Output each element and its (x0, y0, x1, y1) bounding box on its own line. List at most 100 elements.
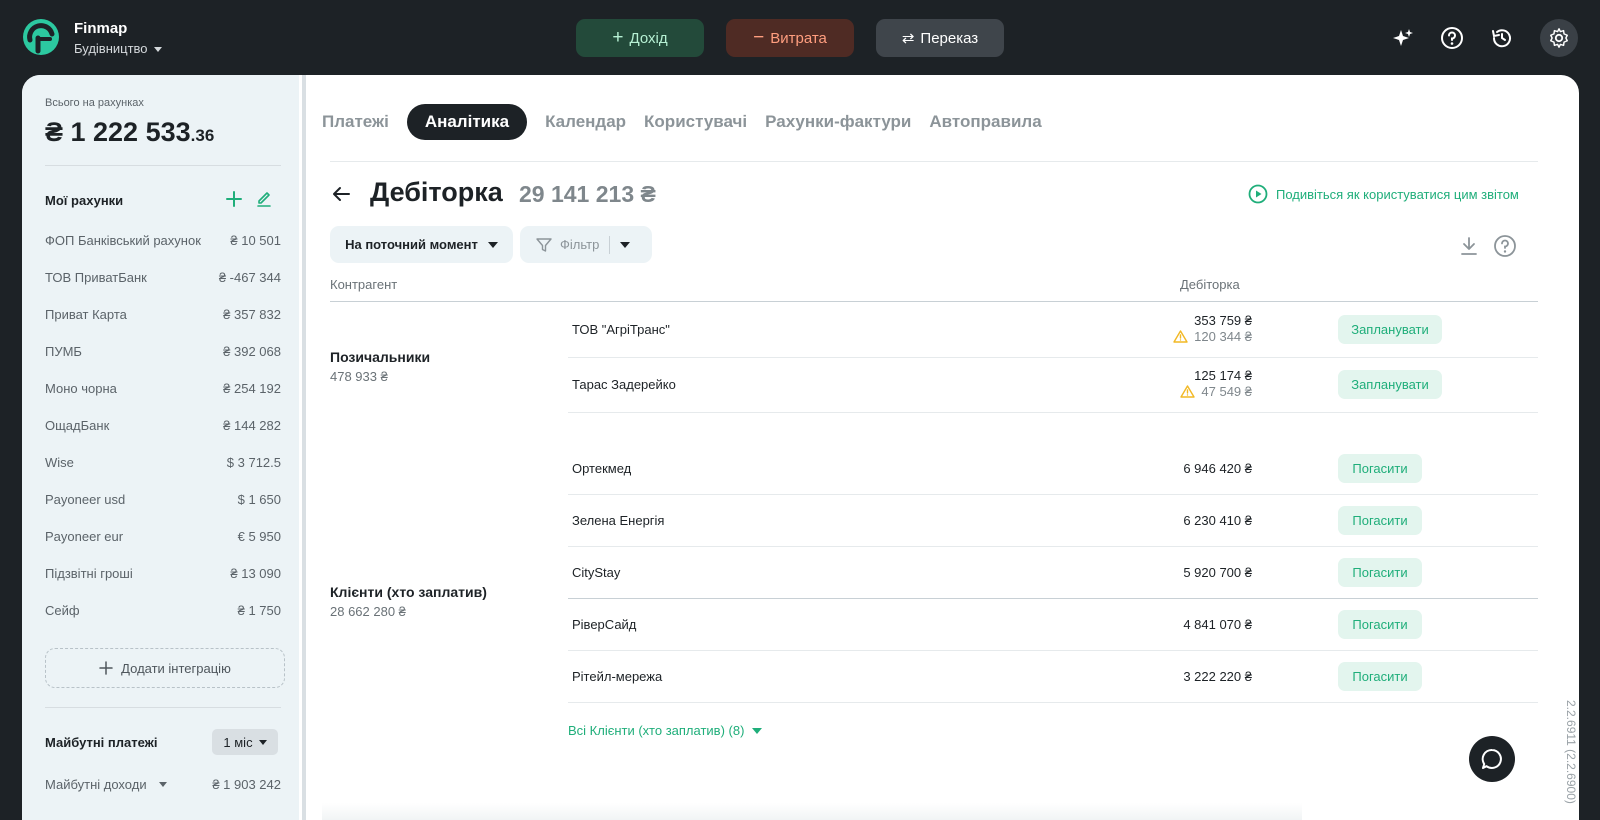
chat-bubble-icon (1481, 748, 1502, 769)
divider (330, 301, 1538, 302)
counterparty-name[interactable]: CityStay (572, 565, 620, 580)
help-icon[interactable] (1436, 22, 1468, 54)
counterparty-name[interactable]: Ортекмед (572, 461, 631, 476)
expense-label: Витрата (770, 29, 827, 47)
tab-users[interactable]: Користувачі (644, 104, 747, 140)
chevron-down-icon (487, 241, 498, 248)
plus-icon (99, 661, 113, 675)
page-title: Дебіторка (370, 177, 503, 207)
account-row[interactable]: ТОВ ПриватБанк ₴ -467 344 (45, 270, 281, 285)
add-account-icon[interactable] (224, 189, 244, 209)
account-row[interactable]: Приват Карта ₴ 357 832 (45, 307, 281, 322)
report-total: 29 141 213 ₴ (519, 181, 656, 207)
divider (45, 707, 281, 708)
add-integration-label: Додати інтеграцію (121, 660, 231, 676)
counterparty-name[interactable]: ТОВ "АгріТранс" (572, 322, 670, 337)
repay-button[interactable]: Погасити (1338, 662, 1422, 691)
account-row[interactable]: Підзвітні гроші ₴ 13 090 (45, 566, 281, 581)
account-row[interactable]: ФОП Банківський рахунок ₴ 10 501 (45, 233, 281, 248)
account-row[interactable]: ОщадБанк ₴ 144 282 (45, 418, 281, 433)
sidebar-resize-handle[interactable] (302, 75, 306, 820)
group-sum: 28 662 280 ₴ (330, 604, 406, 619)
download-icon[interactable] (1456, 233, 1482, 259)
add-income-button[interactable]: + Дохід (576, 19, 704, 57)
divider (568, 494, 1538, 495)
add-transfer-button[interactable]: ⇄ Переказ (876, 19, 1004, 57)
group-name: Клієнти (хто заплатив) (330, 584, 487, 600)
account-row[interactable]: Payoneer eur € 5 950 (45, 529, 281, 544)
chevron-down-icon (258, 739, 267, 745)
gear-icon (1550, 28, 1568, 48)
account-row[interactable]: Сейф ₴ 1 750 (45, 603, 281, 618)
repay-button[interactable]: Погасити (1338, 558, 1422, 587)
chevron-down-icon[interactable] (620, 241, 631, 248)
overdue-amount: 120 344 ₴ (1173, 329, 1252, 344)
brand-name: Finmap (74, 20, 128, 37)
schedule-button[interactable]: Запланувати (1338, 370, 1442, 399)
account-row[interactable]: Моно чорна ₴ 254 192 (45, 381, 281, 396)
schedule-button[interactable]: Запланувати (1338, 315, 1442, 344)
back-arrow-icon[interactable] (330, 183, 352, 205)
counterparty-name[interactable]: Тарас Задерейко (572, 377, 676, 392)
counterparty-name[interactable]: Рітейл-мережа (572, 669, 662, 684)
tab-analytics[interactable]: Аналітика (406, 104, 528, 140)
divider (330, 161, 1538, 162)
receivable-amount: 6 230 410 ₴ (1183, 513, 1252, 528)
show-all-clients-link[interactable]: Всі Клієнти (хто заплатив) (8) (568, 723, 763, 738)
finmap-logo-icon[interactable] (22, 18, 60, 56)
receivable-amount: 3 222 220 ₴ (1183, 669, 1252, 684)
minus-icon: − (753, 27, 765, 48)
future-income-row[interactable]: Майбутні доходи ₴ 1 903 242 (45, 777, 281, 792)
history-icon[interactable] (1486, 22, 1518, 54)
transfer-label: Переказ (920, 29, 979, 47)
play-circle-icon (1248, 184, 1268, 204)
receivable-amount: 353 759 ₴ (1194, 313, 1252, 328)
account-row[interactable]: Wise $ 3 712.5 (45, 455, 281, 470)
filter-button[interactable]: Фільтр (520, 226, 652, 263)
scroll-fade (322, 803, 1302, 820)
tab-payments[interactable]: Платежі (322, 104, 389, 140)
divider (568, 598, 1538, 599)
receivable-amount: 6 946 420 ₴ (1183, 461, 1252, 476)
counterparty-name[interactable]: Зелена Енергія (572, 513, 664, 528)
total-balance-label: Всього на рахунках (45, 97, 144, 109)
repay-button[interactable]: Погасити (1338, 454, 1422, 483)
receivable-amount: 5 920 700 ₴ (1183, 565, 1252, 580)
moment-select[interactable]: На поточний момент (330, 226, 513, 263)
tab-calendar[interactable]: Календар (545, 104, 626, 140)
top-bar: Finmap Будівництво + Дохід − Витрата ⇄ П… (0, 0, 1600, 76)
future-period-select[interactable]: 1 міс (212, 729, 278, 755)
filter-icon (536, 237, 552, 252)
tab-bar: Платежі Аналітика Календар Користувачі Р… (322, 103, 1060, 141)
group-sum: 478 933 ₴ (330, 369, 388, 384)
app-version: 2.2.6911 (2.2.6900) (1564, 700, 1578, 804)
workspace-switcher[interactable]: Finmap Будівництво (74, 20, 162, 58)
chat-support-button[interactable] (1469, 736, 1515, 782)
tab-invoices[interactable]: Рахунки-фактури (765, 104, 911, 140)
receivable-amount: 4 841 070 ₴ (1183, 617, 1252, 632)
report-help-link[interactable]: Подивіться як користуватися цим звітом (1248, 184, 1519, 204)
income-label: Дохід (629, 29, 668, 47)
main-card: Всього на рахунках ₴ 1 222 533.36 Мої ра… (22, 75, 1579, 820)
divider (568, 546, 1538, 547)
add-expense-button[interactable]: − Витрата (726, 19, 854, 57)
repay-button[interactable]: Погасити (1338, 506, 1422, 535)
accounts-title: Мої рахунки (45, 193, 124, 208)
account-row[interactable]: Payoneer usd $ 1 650 (45, 492, 281, 507)
overdue-amount: 47 549 ₴ (1180, 384, 1252, 399)
ai-sparkle-icon[interactable] (1387, 22, 1419, 54)
chevron-down-icon (153, 46, 162, 52)
account-row[interactable]: ПУМБ ₴ 392 068 (45, 344, 281, 359)
settings-button[interactable] (1540, 19, 1578, 57)
edit-accounts-icon[interactable] (254, 189, 274, 209)
warning-icon (1180, 385, 1196, 398)
add-integration-button[interactable]: Додати інтеграцію (45, 648, 285, 688)
tab-autorules[interactable]: Автоправила (929, 104, 1041, 140)
chevron-down-icon (158, 782, 167, 787)
divider (45, 165, 281, 166)
column-header-counterparty: Контрагент (330, 277, 398, 292)
counterparty-name[interactable]: РіверСайд (572, 617, 636, 632)
report-help-icon[interactable] (1492, 233, 1518, 259)
repay-button[interactable]: Погасити (1338, 610, 1422, 639)
total-balance-value: ₴ 1 222 533.36 (45, 117, 215, 147)
